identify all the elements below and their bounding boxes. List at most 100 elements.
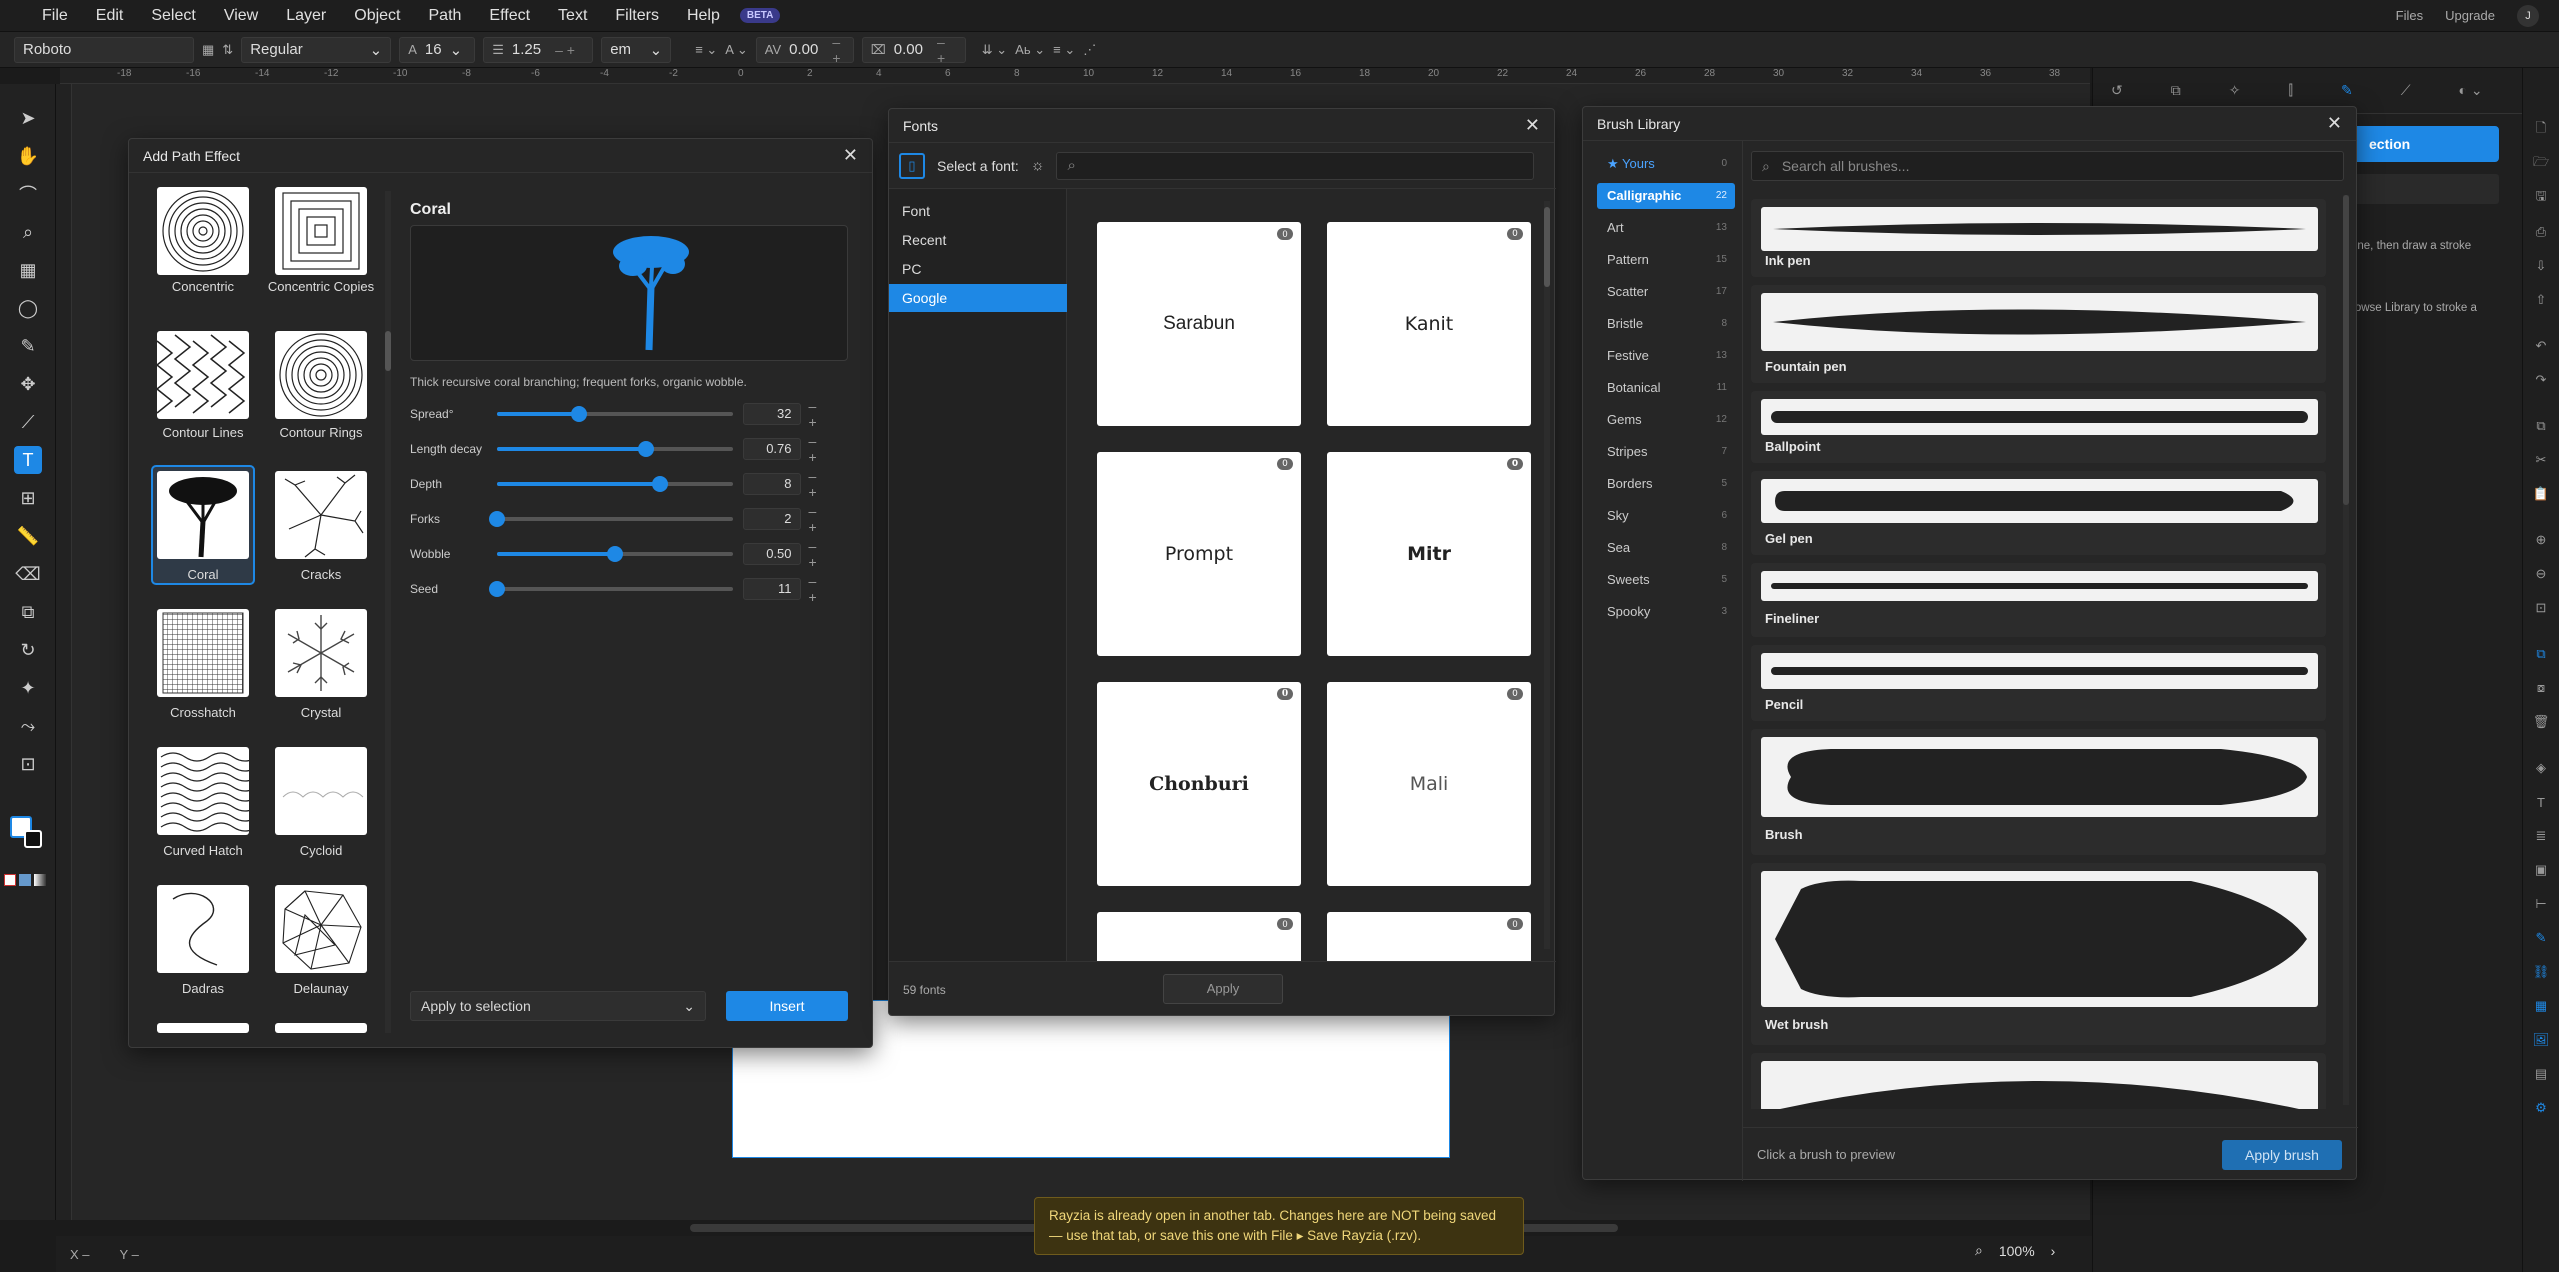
- new-doc-icon[interactable]: 🗋: [2531, 120, 2551, 140]
- font-feature-icon[interactable]: Aь ⌄: [1015, 42, 1045, 58]
- layers-icon[interactable]: ⧉: [2171, 82, 2181, 99]
- history-icon[interactable]: ↺: [2111, 82, 2123, 99]
- param-slider[interactable]: [496, 476, 734, 492]
- font-card[interactable]: Sarabun 0: [1097, 222, 1301, 426]
- font-nav-item[interactable]: PC: [889, 255, 1067, 283]
- menu-object[interactable]: Object: [340, 0, 414, 32]
- brush-category[interactable]: Borders 5: [1597, 471, 1735, 497]
- zoom-in-icon[interactable]: ⊕: [2531, 530, 2551, 550]
- stepper-icon[interactable]: –+: [809, 398, 841, 430]
- menu-edit[interactable]: Edit: [82, 0, 138, 32]
- node-tool-icon[interactable]: ⌒: [14, 180, 42, 208]
- apply-mode-select[interactable]: Apply to selection ⌄: [410, 991, 706, 1021]
- settings-icon[interactable]: ☼: [1031, 157, 1045, 174]
- font-grid-icon[interactable]: ▦: [202, 42, 214, 58]
- align-panel-icon[interactable]: ⫿: [2288, 82, 2292, 99]
- brush-category[interactable]: Art 13: [1597, 215, 1735, 241]
- line-tool-icon[interactable]: ⟋: [14, 408, 42, 436]
- unit-select[interactable]: em ⌄: [601, 36, 672, 63]
- effect-thumb-curved-hatch[interactable]: [157, 747, 249, 835]
- effect-thumb-partial[interactable]: [157, 1023, 249, 1033]
- font-card[interactable]: Chonburi 0: [1097, 682, 1301, 886]
- export-icon[interactable]: ⇧: [2531, 290, 2551, 310]
- stepper-icon[interactable]: –+: [809, 468, 841, 500]
- paste-icon[interactable]: 📋: [2531, 484, 2551, 504]
- eraser-tool-icon[interactable]: ⌫: [14, 560, 42, 588]
- stroke-selection-button[interactable]: ection: [2349, 126, 2499, 162]
- zoom-control[interactable]: ⌕ 100% ›: [1975, 1242, 2055, 1259]
- redo-icon[interactable]: ↷: [2531, 370, 2551, 390]
- font-card[interactable]: Mitr 0: [1327, 452, 1531, 656]
- brush-icon[interactable]: ✎: [2531, 928, 2551, 948]
- link-icon[interactable]: ⛓: [2531, 962, 2551, 982]
- font-sort-icon[interactable]: ⇅: [222, 42, 233, 58]
- grid-tool-icon[interactable]: ▦: [14, 256, 42, 284]
- brush-category[interactable]: Sky 6: [1597, 503, 1735, 529]
- brush-category[interactable]: Bristle 8: [1597, 311, 1735, 337]
- font-nav-item[interactable]: Font: [889, 197, 1067, 225]
- effect-thumb-contour-rings[interactable]: [275, 331, 367, 419]
- files-link[interactable]: Files: [2396, 8, 2423, 23]
- settings-icon[interactable]: ⚙: [2531, 1098, 2551, 1118]
- menu-select[interactable]: Select: [137, 0, 209, 32]
- close-icon[interactable]: ✕: [1525, 115, 1540, 136]
- brush-item[interactable]: Ink pen: [1751, 199, 2326, 277]
- effect-thumb-crosshatch[interactable]: [157, 609, 249, 697]
- font-card[interactable]: Prompt 0: [1097, 452, 1301, 656]
- stepper-icon[interactable]: –+: [809, 538, 841, 570]
- more-options-icon[interactable]: ⋰: [1083, 42, 1096, 58]
- brush-category-selected[interactable]: Calligraphic 22: [1597, 183, 1735, 209]
- delete-icon[interactable]: 🗑: [2531, 712, 2551, 732]
- param-slider[interactable]: [496, 441, 734, 457]
- brush-category[interactable]: Scatter 17: [1597, 279, 1735, 305]
- font-grid-scrollbar[interactable]: [1544, 201, 1550, 949]
- save-icon[interactable]: 🖫: [2531, 188, 2551, 208]
- stepper-icon[interactable]: – +: [832, 34, 844, 66]
- more-panel-icon[interactable]: ◐ ⌄: [2459, 82, 2483, 99]
- stroke-color-swatch[interactable]: [24, 830, 42, 848]
- slider-knob[interactable]: [606, 546, 623, 562]
- pen-tool-icon[interactable]: ✎: [14, 332, 42, 360]
- param-value[interactable]: 0.76: [743, 438, 801, 460]
- menu-help[interactable]: Help: [673, 0, 734, 32]
- open-folder-icon[interactable]: 🗁: [2531, 154, 2551, 174]
- panel-field[interactable]: [2349, 174, 2499, 204]
- apply-font-button[interactable]: Apply: [1163, 974, 1283, 1004]
- text-align-icon[interactable]: ≡ ⌄: [1053, 42, 1075, 58]
- param-value[interactable]: 11: [743, 578, 801, 600]
- hand-tool-icon[interactable]: ✋: [14, 142, 42, 170]
- effects-icon[interactable]: ✧: [2229, 82, 2241, 99]
- stepper-icon[interactable]: –+: [809, 433, 841, 465]
- brush-item[interactable]: Brush: [1751, 729, 2326, 855]
- brush-category[interactable]: Festive 13: [1597, 343, 1735, 369]
- spiral-tool-icon[interactable]: ↻: [14, 636, 42, 664]
- sidebar-toggle-icon[interactable]: ▯: [899, 152, 925, 179]
- zoom-tool-icon[interactable]: ⌕: [14, 218, 42, 246]
- transform-tool-icon[interactable]: ✥: [14, 370, 42, 398]
- brush-item[interactable]: Fountain pen: [1751, 285, 2326, 383]
- upgrade-link[interactable]: Upgrade: [2445, 8, 2495, 23]
- select-tool-icon[interactable]: ➤: [14, 104, 42, 132]
- text-icon[interactable]: T: [2531, 792, 2551, 812]
- font-card[interactable]: Kanit 0: [1327, 222, 1531, 426]
- crop-tool-icon[interactable]: ⊡: [14, 750, 42, 778]
- font-family-field[interactable]: Roboto: [14, 36, 194, 63]
- path-panel-icon[interactable]: ⟋: [2401, 82, 2411, 99]
- brush-item[interactable]: Gel pen: [1751, 471, 2326, 555]
- import-icon[interactable]: ⇩: [2531, 256, 2551, 276]
- param-value[interactable]: 2: [743, 508, 801, 530]
- menu-file[interactable]: File: [28, 0, 82, 32]
- stepper-icon[interactable]: – +: [555, 42, 575, 58]
- menu-effect[interactable]: Effect: [475, 0, 544, 32]
- effect-thumb-cracks[interactable]: [275, 471, 367, 559]
- image-icon[interactable]: ▣: [2531, 860, 2551, 880]
- measure-tool-icon[interactable]: 📏: [14, 522, 42, 550]
- param-slider[interactable]: [488, 581, 734, 597]
- avatar[interactable]: J: [2517, 4, 2539, 27]
- brush-category[interactable]: Pattern 15: [1597, 247, 1735, 273]
- baseline-icon[interactable]: ⇊ ⌄: [982, 42, 1007, 58]
- brush-item[interactable]: Wet brush: [1751, 863, 2326, 1045]
- picture-icon[interactable]: 🖼: [2531, 1030, 2551, 1050]
- zoom-out-icon[interactable]: ⊖: [2531, 564, 2551, 584]
- font-card[interactable]: Mali 0: [1327, 682, 1531, 886]
